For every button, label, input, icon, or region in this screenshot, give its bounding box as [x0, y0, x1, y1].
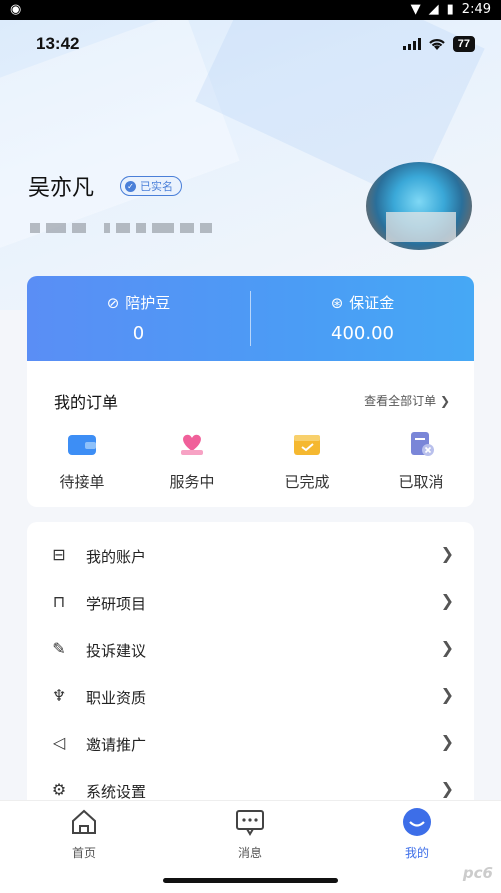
wifi-icon: [428, 38, 445, 50]
verified-badge: ✓ 已实名: [120, 176, 182, 196]
doc-cancel-icon: [411, 432, 434, 456]
view-all-orders-link[interactable]: 查看全部订单 ❯: [364, 392, 450, 409]
order-pending[interactable]: 待接单: [27, 431, 137, 492]
home-icon: [72, 809, 96, 834]
battery-icon: ▮: [446, 2, 454, 17]
tab-messages[interactable]: 消息: [205, 807, 295, 861]
user-name: 吴亦凡: [28, 176, 95, 201]
signal-icon: ◢: [428, 2, 439, 17]
shield-icon: ◉: [10, 2, 22, 17]
masked-phone-number: [30, 223, 212, 233]
account-icon: ⊟: [52, 545, 66, 564]
chevron-right-icon: ❯: [440, 685, 454, 704]
heart-hand-icon: [181, 434, 203, 455]
box-check-icon: [294, 435, 320, 455]
menu-item-qualification[interactable]: ♆ 职业资质 ❯: [27, 673, 474, 720]
asset-deposit[interactable]: ⊛ 保证金 400.00: [251, 276, 474, 361]
assets-card: ⊘ 陪护豆 0 ⊛ 保证金 400.00: [27, 276, 474, 361]
menu-item-feedback[interactable]: ✎ 投诉建议 ❯: [27, 626, 474, 673]
asset-value: 400.00: [331, 323, 394, 344]
asset-companion-beans[interactable]: ⊘ 陪护豆 0: [27, 276, 250, 361]
message-icon: [236, 810, 264, 836]
megaphone-icon: ◁: [52, 733, 66, 752]
money-bag-icon: ⊛: [330, 293, 344, 312]
home-indicator: [163, 878, 338, 883]
chevron-right-icon: ❯: [440, 544, 454, 563]
bookmark-icon: ⊓: [52, 592, 66, 611]
tab-mine[interactable]: 我的: [372, 807, 462, 861]
profile-icon: [403, 808, 431, 836]
chevron-right-icon: ❯: [439, 394, 450, 408]
menu-item-account[interactable]: ⊟ 我的账户 ❯: [27, 532, 474, 579]
chevron-right-icon: ❯: [440, 779, 454, 798]
order-completed[interactable]: 已完成: [252, 431, 362, 492]
orders-title: 我的订单: [54, 393, 119, 412]
asset-value: 0: [132, 323, 145, 344]
android-time: 2:49: [461, 2, 491, 17]
avatar[interactable]: [366, 162, 472, 250]
wallet-icon: [68, 435, 96, 455]
menu-item-research[interactable]: ⊓ 学研项目 ❯: [27, 579, 474, 626]
verified-label: 已实名: [140, 180, 173, 193]
my-orders-card: 我的订单 查看全部订单 ❯ 待接单 服务中 已完成 已取消: [27, 361, 474, 507]
chevron-right-icon: ❯: [440, 638, 454, 657]
link-icon: ⊘: [106, 293, 120, 312]
gear-icon: ⚙: [51, 780, 67, 799]
tab-home[interactable]: 首页: [39, 807, 129, 861]
battery-indicator: 77: [452, 36, 475, 52]
check-shield-icon: ✓: [125, 180, 136, 192]
feedback-icon: ✎: [52, 639, 66, 658]
menu-item-invite[interactable]: ◁ 邀请推广 ❯: [27, 720, 474, 767]
settings-menu: ⊟ 我的账户 ❯ ⊓ 学研项目 ❯ ✎ 投诉建议 ❯ ♆ 职业资质 ❯ ◁ 邀请…: [27, 522, 474, 812]
chevron-right-icon: ❯: [440, 732, 454, 751]
ios-status-bar: 13:42 77: [36, 34, 475, 56]
chevron-right-icon: ❯: [440, 591, 454, 610]
ios-time: 13:42: [36, 34, 80, 53]
watermark-logo: pc6: [462, 864, 493, 882]
cellular-signal-icon: [402, 38, 421, 50]
android-status-bar: ◉ ▼ ◢ ▮ 2:49: [0, 0, 501, 20]
order-cancelled[interactable]: 已取消: [366, 431, 476, 492]
wifi-icon: ▼: [410, 2, 421, 17]
order-in-service[interactable]: 服务中: [137, 431, 247, 492]
trophy-icon: ♆: [51, 686, 67, 705]
